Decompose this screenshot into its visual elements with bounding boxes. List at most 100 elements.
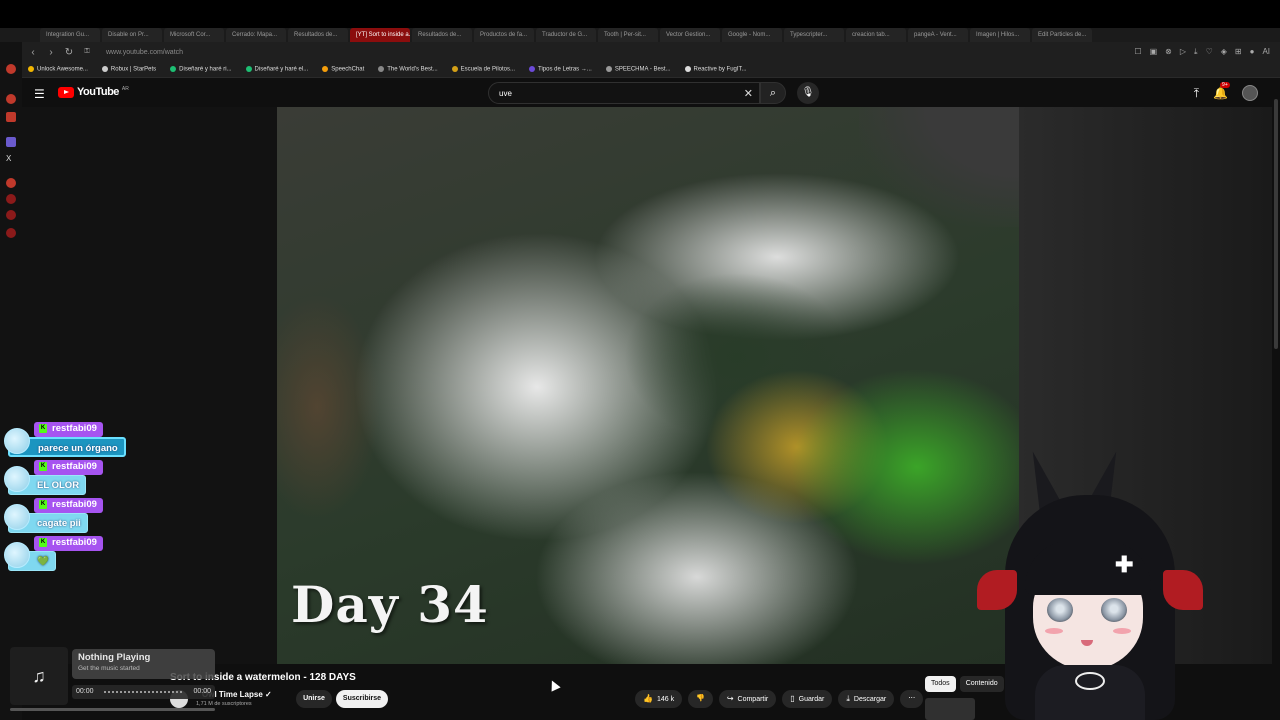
browser-tab[interactable]: Resultados de...: [412, 28, 472, 42]
sidebar-app-icon[interactable]: [6, 194, 16, 204]
search-box[interactable]: ✕: [488, 82, 760, 104]
chip-all[interactable]: Todos: [925, 676, 956, 692]
bookmark-item[interactable]: SPEECHMA - Best...: [605, 66, 671, 73]
more-actions-button[interactable]: ⋯: [900, 690, 924, 708]
bookmark-item[interactable]: The World's Best...: [378, 66, 438, 73]
bookmark-item[interactable]: Escuela de Pilotos...: [451, 66, 516, 73]
sidebar-app-icon[interactable]: [6, 64, 16, 74]
video-actions: 👍 146 k 👎 ↪ Compartir ▯ Guardar ⤓ Descargar …: [635, 690, 924, 708]
sidebar-app-icon[interactable]: [6, 210, 16, 220]
dislike-button[interactable]: 👎: [688, 690, 713, 708]
youtube-country-code: AR: [121, 86, 129, 92]
bookmark-icon: ▯: [790, 694, 795, 703]
chat-message: Krestfabi09 parece un órgano: [4, 422, 126, 460]
bookmark-favicon-icon: [322, 66, 329, 73]
x-icon[interactable]: X: [6, 154, 16, 164]
browser-tab[interactable]: Vector Gestion...: [660, 28, 720, 42]
bookmark-item[interactable]: Tipos de Letras →...: [529, 66, 592, 73]
browser-tab[interactable]: Imagen | Hilos...: [970, 28, 1030, 42]
search-button[interactable]: ⌕: [760, 82, 786, 104]
bookmark-favicon-icon: [28, 66, 34, 73]
voice-search-button[interactable]: 🎙: [797, 82, 819, 104]
browser-tab[interactable]: Traductor de G...: [536, 28, 596, 42]
ai-icon[interactable]: AI: [1262, 47, 1270, 57]
bookmark-label: Escuela de Pilotos...: [460, 66, 516, 73]
chat-message: Krestfabi09 cagate pii: [4, 498, 124, 536]
download-button[interactable]: ⤓ Descargar: [838, 690, 895, 708]
bookmark-item[interactable]: Diseñaré y haré ri...: [170, 66, 232, 73]
notifications-icon[interactable]: 🔔 9+: [1213, 82, 1230, 100]
share-button[interactable]: ↪ Compartir: [718, 690, 777, 708]
chat-message: Krestfabi09 💚: [4, 536, 124, 574]
bookmark-label: SpeechChat: [331, 66, 365, 73]
browser-tab[interactable]: Tooth | Per-sit...: [598, 28, 658, 42]
chat-username: Krestfabi09: [34, 460, 103, 475]
bookmark-item[interactable]: Robux | StarPets: [101, 66, 156, 73]
extension-icon[interactable]: ◈: [1221, 47, 1227, 57]
video-progress-bar[interactable]: [10, 708, 215, 711]
reload-icon[interactable]: ↻: [62, 47, 76, 58]
chat-username: Krestfabi09: [34, 536, 103, 551]
sidebar-app-icon[interactable]: [6, 178, 16, 188]
bookmark-item[interactable]: Diseñaré y haré el...: [245, 66, 309, 73]
browser-tab[interactable]: Edit Particles de...: [1032, 28, 1092, 42]
join-button[interactable]: Unirse: [296, 690, 332, 708]
extension-icon[interactable]: ⊗: [1165, 47, 1172, 57]
sidebar-app-icon[interactable]: [6, 228, 16, 238]
browser-tab[interactable]: Google - Nom...: [722, 28, 782, 42]
upload-icon[interactable]: ⤒: [1194, 86, 1199, 101]
subscribe-button[interactable]: Suscribirse: [336, 690, 388, 708]
browser-tab[interactable]: Microsoft Cor...: [164, 28, 224, 42]
save-button[interactable]: ▯ Guardar: [782, 690, 833, 708]
url-field[interactable]: www.youtube.com/watch: [106, 49, 183, 56]
browser-tab[interactable]: [YT] Sort to inside a...: [350, 28, 410, 42]
browser-tab[interactable]: Resultados de...: [288, 28, 348, 42]
chat-username-text: restfabi09: [52, 423, 97, 434]
browser-tab[interactable]: pangeA - Vent...: [908, 28, 968, 42]
account-avatar[interactable]: [1242, 85, 1258, 101]
bookmark-favicon-icon: [101, 66, 108, 73]
browser-tab[interactable]: Disable on Pr...: [102, 28, 162, 42]
save-label: Guardar: [798, 696, 825, 703]
chat-message: Krestfabi09 EL OLOR: [4, 460, 124, 498]
twitch-icon[interactable]: [6, 137, 16, 147]
music-info: Nothing Playing Get the music started: [72, 649, 215, 679]
recommended-video-thumbnail[interactable]: [925, 698, 975, 720]
bookmark-item[interactable]: SpeechChat: [322, 66, 364, 73]
download-icon[interactable]: ⤓: [1194, 47, 1198, 57]
back-icon[interactable]: ‹: [26, 47, 40, 58]
bookmark-item[interactable]: Reactive by FugIT...: [684, 66, 747, 73]
page-scrollbar[interactable]: [1272, 79, 1280, 720]
heart-icon[interactable]: ♡: [1206, 47, 1213, 57]
browser-tab[interactable]: Integration Gu...: [40, 28, 100, 42]
avatar-ear: [977, 570, 1017, 610]
site-info-icon[interactable]: ⚿: [80, 48, 94, 56]
browser-tab[interactable]: creacion tab...: [846, 28, 906, 42]
youtube-logo[interactable]: YouTube AR: [58, 86, 129, 98]
profile-icon[interactable]: ●: [1250, 47, 1255, 57]
menu-icon[interactable]: ☰: [34, 87, 45, 101]
clear-search-icon[interactable]: ✕: [744, 87, 753, 100]
sidebar-app-icon[interactable]: [6, 94, 16, 104]
browser-tab[interactable]: Productos de fa...: [474, 28, 534, 42]
extension-icon[interactable]: ▷: [1180, 47, 1186, 57]
like-button[interactable]: 👍 146 k: [635, 690, 683, 708]
bookmark-icon[interactable]: ☐: [1134, 47, 1141, 57]
browser-tab[interactable]: Typescripter...: [784, 28, 844, 42]
forward-icon[interactable]: ›: [44, 47, 58, 58]
sidebar-app-icon[interactable]: [6, 112, 16, 122]
bookmark-item[interactable]: Unlock Awesome...: [28, 66, 88, 73]
kick-icon: K: [39, 500, 47, 509]
video-day-caption: Day 34: [291, 575, 489, 634]
header-actions: ⤒ 🔔 9+: [1194, 82, 1258, 101]
chat-avatar: [4, 428, 30, 454]
browser-tab[interactable]: Cerrado: Mapa...: [226, 28, 286, 42]
extension-icon[interactable]: ▣: [1150, 47, 1158, 57]
bookmark-label: Diseñaré y haré el...: [254, 66, 309, 73]
bookmark-label: Tipos de Letras →...: [538, 66, 592, 73]
video-player[interactable]: Day 34: [277, 107, 1019, 664]
extension-icon[interactable]: ⊞: [1235, 47, 1242, 57]
scrollbar-thumb[interactable]: [1274, 99, 1278, 349]
music-track: [104, 691, 182, 693]
search-input[interactable]: [499, 88, 729, 98]
